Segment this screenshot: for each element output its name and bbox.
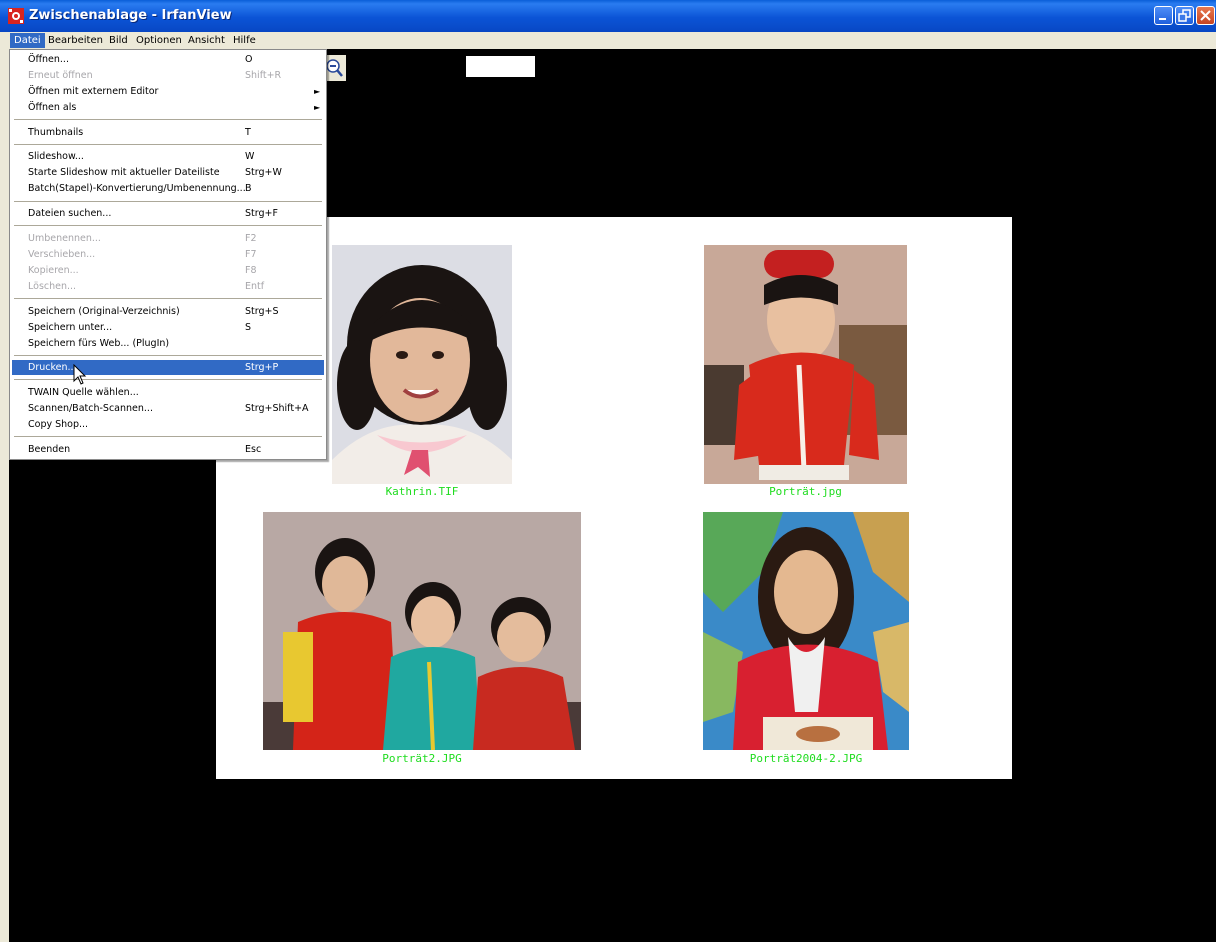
menu-item-label: Scannen/Batch-Scannen... [28,403,153,414]
menu-item-dateien-suchen[interactable]: Dateien suchen... Strg+F [12,206,324,221]
file-menu-dropdown: Öffnen... O Erneut öffnen Shift+R Öffnen m… [9,49,327,460]
menu-item-shortcut: F7 [245,249,257,260]
menu-item-verschieben[interactable]: Verschieben... F7 [12,247,324,262]
menu-item-label: Batch(Stapel)-Konvertierung/Umbenennung.… [28,183,246,194]
menu-item-label: Slideshow... [28,151,84,162]
menu-item-label: Speichern fürs Web... (PlugIn) [28,338,170,349]
menu-item-shortcut: O [245,54,253,65]
menu-ansicht[interactable]: Ansicht [184,33,229,48]
menu-optionen[interactable]: Optionen [132,33,186,48]
menu-item-label: Thumbnails [28,127,84,138]
menu-item-speichern[interactable]: Speichern (Original-Verzeichnis) Strg+S [12,304,324,319]
menu-item-loeschen[interactable]: Löschen... Entf [12,279,324,294]
title-bar[interactable]: Zwischenablage - IrfanView [0,0,1216,32]
menu-item-label: Verschieben... [28,249,96,260]
menu-item-erneut-oeffnen[interactable]: Erneut öffnen Shift+R [12,68,324,83]
zoom-out-button[interactable] [324,55,346,81]
menu-item-label: Erneut öffnen [28,70,93,81]
menu-item-oeffnen[interactable]: Öffnen... O [12,52,324,67]
menu-item-label: Starte Slideshow mit aktueller Dateilist… [28,167,220,178]
menu-item-scannen[interactable]: Scannen/Batch-Scannen... Strg+Shift+A [12,401,324,416]
menu-item-label: Speichern unter... [28,322,113,333]
thumbnail-portraet2 [263,512,581,750]
menu-item-shortcut: S [245,322,252,333]
menu-separator [14,119,322,120]
thumbnail-caption: Porträt2.JPG [382,752,462,765]
thumbnail-kathrin [332,245,512,484]
minimize-button[interactable] [1154,6,1173,25]
menu-separator [14,379,322,380]
menu-separator [14,225,322,226]
menu-item-copy-shop[interactable]: Copy Shop... [12,417,324,432]
menu-item-label: Beenden [28,444,71,455]
menu-item-oeffnen-als[interactable]: Öffnen als ► [12,100,324,115]
image-canvas[interactable]: Kathrin.TIF Porträt.jpg Porträt2.JPG Por… [216,217,1012,779]
menu-item-shortcut: Entf [245,281,265,292]
menu-item-kopieren[interactable]: Kopieren... F8 [12,263,324,278]
menu-item-slideshow[interactable]: Slideshow... W [12,149,324,164]
window-left-border [0,49,9,942]
submenu-arrow-icon: ► [314,87,321,96]
menu-separator [14,355,322,356]
menu-item-drucken[interactable]: Drucken... Strg+P [12,360,324,375]
menu-separator [14,201,322,202]
menu-item-batch[interactable]: Batch(Stapel)-Konvertierung/Umbenennung.… [12,181,324,196]
menu-item-shortcut: B [245,183,252,194]
menu-separator [14,144,322,145]
mouse-cursor-icon [73,364,87,385]
menu-item-label: Öffnen... [28,54,69,65]
menu-hilfe[interactable]: Hilfe [229,33,260,48]
toolbar-field[interactable] [466,56,535,77]
menu-item-label: Drucken... [28,362,77,373]
menu-item-label: Öffnen als [28,102,77,113]
menu-item-twain[interactable]: TWAIN Quelle wählen... [12,385,324,400]
menu-item-shortcut: Shift+R [245,70,282,81]
close-button[interactable] [1196,6,1215,25]
menu-item-shortcut: Strg+W [245,167,282,178]
menu-item-label: TWAIN Quelle wählen... [28,387,139,398]
menu-bar: Datei Bearbeiten Bild Optionen Ansicht H… [0,32,1216,49]
menu-item-label: Löschen... [28,281,77,292]
menu-item-shortcut: W [245,151,255,162]
thumbnail-caption: Porträt2004-2.JPG [749,752,863,765]
close-icon [1200,10,1211,21]
thumbnail-portraet2004-2 [703,512,909,750]
menu-item-thumbnails[interactable]: Thumbnails T [12,125,324,140]
window-title: Zwischenablage - IrfanView [29,8,232,23]
menu-item-label: Copy Shop... [28,419,89,430]
menu-item-label: Dateien suchen... [28,208,112,219]
menu-item-shortcut: Strg+P [245,362,279,373]
menu-item-umbenennen[interactable]: Umbenennen... F2 [12,231,324,246]
menu-item-beenden[interactable]: Beenden Esc [12,442,324,457]
menu-item-label: Speichern (Original-Verzeichnis) [28,306,180,317]
restore-button[interactable] [1175,6,1194,25]
restore-icon [1178,9,1191,22]
menu-item-label: Umbenennen... [28,233,101,244]
menu-item-speichern-web[interactable]: Speichern fürs Web... (PlugIn) [12,336,324,351]
menu-item-shortcut: F2 [245,233,257,244]
menu-datei[interactable]: Datei [10,33,45,48]
menu-item-shortcut: Esc [245,444,262,455]
menu-item-speichern-unter[interactable]: Speichern unter... S [12,320,324,335]
menu-separator [14,298,322,299]
thumbnail-caption: Kathrin.TIF [385,485,459,498]
menu-item-shortcut: Strg+F [245,208,278,219]
irfanview-app-icon[interactable] [8,8,24,24]
menu-item-shortcut: F8 [245,265,257,276]
menu-item-label: Öffnen mit externem Editor [28,86,159,97]
menu-item-shortcut: Strg+Shift+A [245,403,309,414]
menu-item-label: Kopieren... [28,265,79,276]
thumbnail-portraet [704,245,907,484]
menu-separator [14,436,322,437]
thumbnail-caption: Porträt.jpg [769,485,842,498]
menu-bearbeiten[interactable]: Bearbeiten [44,33,107,48]
menu-item-oeffnen-extern[interactable]: Öffnen mit externem Editor ► [12,84,324,99]
submenu-arrow-icon: ► [314,103,321,112]
menu-item-starte-slideshow[interactable]: Starte Slideshow mit aktueller Dateilist… [12,165,324,180]
menu-item-shortcut: T [245,127,251,138]
menu-bild[interactable]: Bild [105,33,132,48]
menu-item-shortcut: Strg+S [245,306,279,317]
minimize-icon [1159,18,1166,20]
zoom-out-icon [326,59,343,77]
